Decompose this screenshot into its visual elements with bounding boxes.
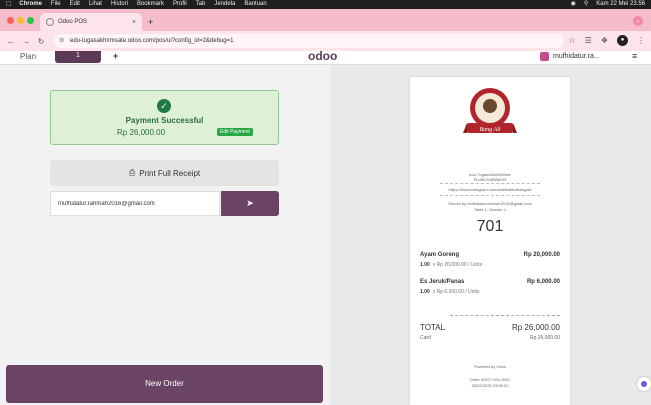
menubar-clock[interactable]: Kam 22 Mei 23.56 [596,0,645,9]
receipt: Bang Ali edu-TugasAkhirMsSate Tel:081328… [410,77,570,405]
payment-success-title: Payment Successful [125,116,204,125]
minimize-window-button[interactable] [17,17,24,24]
search-icon[interactable]: ⚲ [584,0,588,9]
menu-help[interactable]: Bantuan [244,0,266,9]
total-value: Rp 26,000.00 [511,323,560,332]
new-order-button[interactable]: New Order [6,365,323,403]
total-label: TOTAL [420,323,446,332]
item-unit-price: x Rp 6,000.00 / Units [432,289,480,295]
reload-icon[interactable]: ↻ [37,37,45,46]
menu-file[interactable]: File [51,0,61,9]
odoo-logo: odoo [308,49,338,63]
menu-bookmarks[interactable]: Bookmark [137,0,164,9]
new-tab-icon[interactable]: + [148,17,153,27]
puzzle-icon[interactable]: ❖ [601,36,608,45]
order-date: 05/22/2025 23:56:01 [471,383,509,388]
table-guests: Table 1, Guests: 1 [473,207,507,212]
extensions-icon[interactable]: ☰ [585,36,592,45]
send-email-button[interactable]: ➤ [221,191,279,216]
menu-tab[interactable]: Tab [196,0,206,9]
payment-panel: ✓ Payment Successful Rp 26,000.00 Edit P… [0,65,330,405]
close-tab-icon[interactable]: × [132,19,136,26]
item-unit-price: x Rp 20,000.00 / Units [432,262,483,268]
hamburger-menu-icon[interactable]: ≡ [632,51,637,61]
email-input[interactable] [50,191,220,216]
browser-tab[interactable]: Odoo POS × [40,13,142,31]
email-receipt-row: ➤ [50,191,279,216]
tab-favicon-icon [46,18,54,26]
total-divider [450,315,560,316]
edit-payment-button[interactable]: Edit Payment [217,128,253,136]
company-website: https://www.instagram.com/satebaliibulba… [448,187,532,192]
user-menu[interactable]: mufhidatur.ra... [540,52,600,61]
kebab-menu-icon[interactable]: ⋮ [637,36,645,45]
item-price: Rp 6,000.00 [526,279,560,285]
receipt-panel: Bang Ali edu-TugasAkhirMsSate Tel:081328… [330,65,651,405]
forward-icon[interactable]: → [22,37,30,46]
apple-icon[interactable]:  [6,0,11,9]
pos-header: Plan 1 + odoo mufhidatur.ra... ≡ [0,49,651,65]
browser-tabstrip: Odoo POS × + ⌄ [0,9,651,31]
menu-window[interactable]: Jendela [214,0,235,9]
site-info-icon[interactable]: ⚙ [59,34,64,48]
menu-edit[interactable]: Edit [70,0,80,9]
served-by: Served by mufhidatur.rahmah2016@gmail.co… [448,201,532,206]
order-number: 701 [476,218,504,235]
item-qty-line: 1.00 x Rp 6,000.00 / Units [420,289,479,295]
tab-title: Odoo POS [58,19,88,25]
order-tab-1[interactable]: 1 [55,51,101,63]
powered-by: Powered by Odoo [473,364,507,369]
restaurant-logo: Bang Ali [463,88,517,133]
plan-tab[interactable]: Plan [20,52,36,61]
close-window-button[interactable] [7,17,14,24]
print-receipt-label: Print Full Receipt [139,168,201,178]
order-reference: Order 00077-001-0001 [469,377,511,382]
help-chat-icon[interactable] [637,377,651,391]
item-qty: 1.00 [420,289,430,295]
item-qty: 1.00 [420,262,430,268]
mac-menubar:  Chrome File Edit Lihat Histori Bookmar… [0,0,651,9]
item-price: Rp 20,000.00 [523,252,560,258]
item-name: Es Jeruk/Panas [420,279,465,285]
url-text: edu-tugasakhirmsate.odoo.com/pos/ui?conf… [70,38,234,44]
logo-text: Bang Ali [479,127,500,133]
receipt-divider [440,183,540,184]
check-circle-icon: ✓ [157,99,171,113]
payment-method-amount: Rp 26,000.00 [529,335,560,341]
user-name: mufhidatur.ra... [553,53,600,60]
menu-history[interactable]: Histori [111,0,128,9]
profile-avatar-icon[interactable]: ● [617,35,628,46]
add-order-icon[interactable]: + [113,51,118,61]
address-bar[interactable]: ⚙ edu-tugasakhirmsate.odoo.com/pos/ui?co… [54,34,564,48]
browser-toolbar: ← → ↻ ⚙ edu-tugasakhirmsate.odoo.com/pos… [0,31,651,51]
maximize-window-button[interactable] [27,17,34,24]
print-receipt-button[interactable]: ⎙ Print Full Receipt [50,160,279,186]
item-qty-line: 1.00 x Rp 20,000.00 / Units [420,262,482,268]
tab-search-icon[interactable]: ⌄ [633,16,643,26]
bookmark-star-icon[interactable]: ☆ [568,36,575,45]
back-icon[interactable]: ← [7,37,15,46]
screen:  Chrome File Edit Lihat Histori Bookmar… [0,0,651,405]
receipt-divider [440,195,540,196]
paper-plane-icon: ➤ [246,198,254,208]
user-avatar-icon [540,52,549,61]
printer-icon: ⎙ [128,168,136,177]
payment-method: Card [420,335,431,341]
payment-success-banner: ✓ Payment Successful Rp 26,000.00 Edit P… [50,90,279,145]
menu-view[interactable]: Lihat [89,0,102,9]
item-name: Ayam Goreng [420,252,460,258]
payment-amount: Rp 26,000.00 [117,128,166,137]
menu-app-name[interactable]: Chrome [19,0,42,9]
menu-profile[interactable]: Profil [173,0,187,9]
wifi-icon[interactable]: ◉ [571,0,576,9]
company-phone: Tel:081328588105 [473,177,507,182]
